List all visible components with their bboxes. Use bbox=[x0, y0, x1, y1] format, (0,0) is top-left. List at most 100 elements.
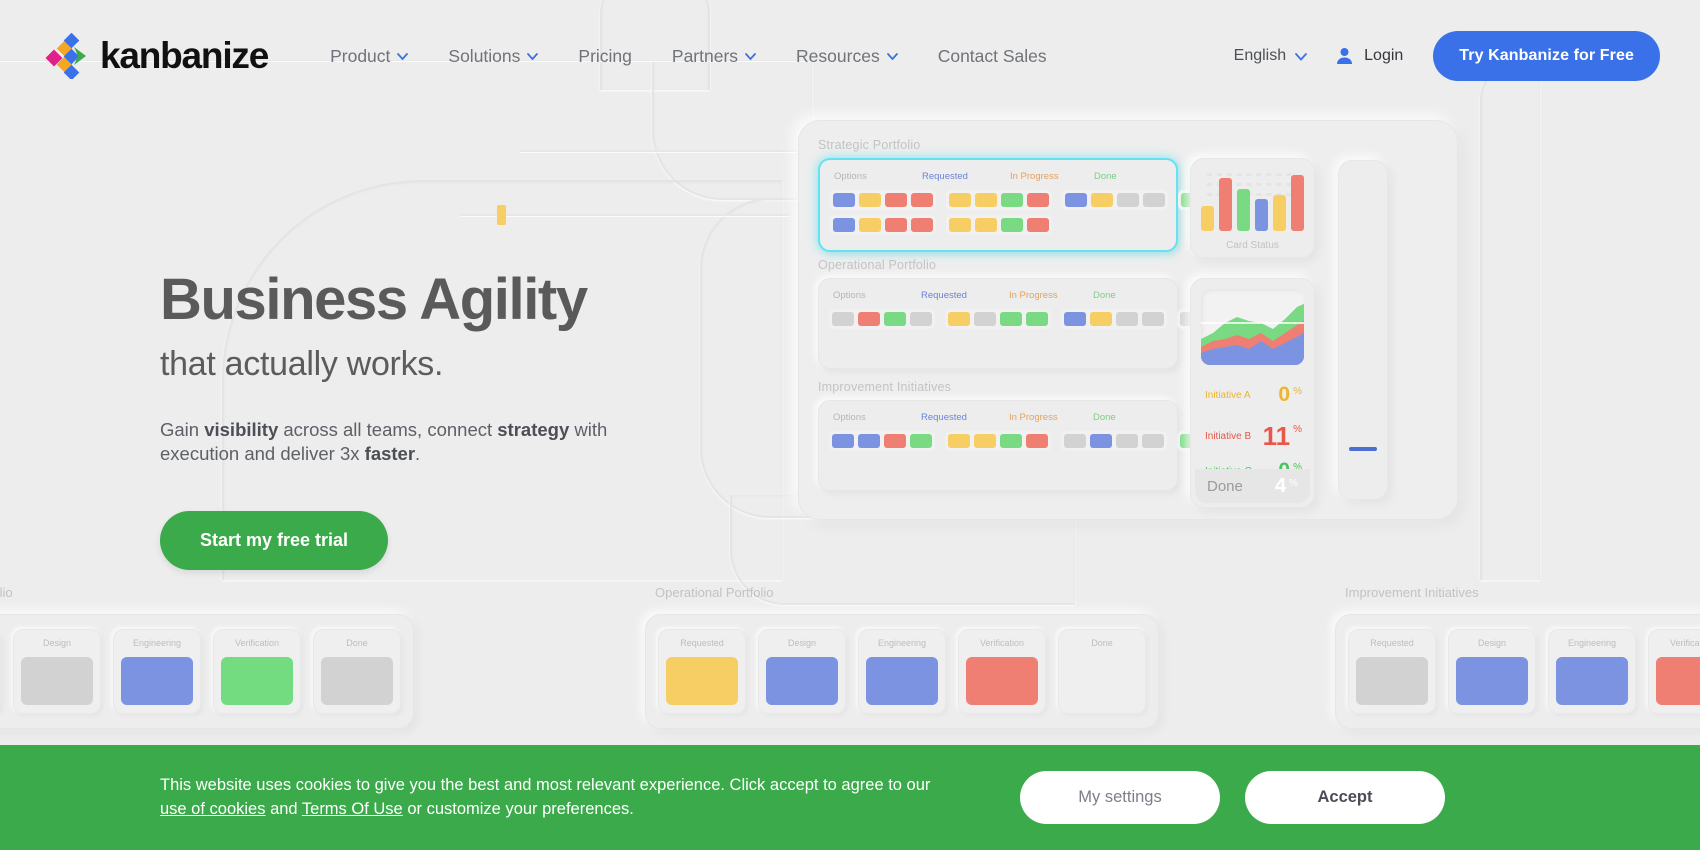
card-tile[interactable] bbox=[1026, 312, 1048, 326]
bottom-column[interactable]: Requested bbox=[1348, 629, 1436, 714]
column-header-requested: Requested bbox=[921, 412, 967, 423]
card-tile[interactable] bbox=[1143, 193, 1165, 207]
bottom-card-tile[interactable] bbox=[21, 657, 93, 705]
card-tile[interactable] bbox=[885, 218, 907, 232]
bottom-column[interactable]: Done bbox=[313, 629, 401, 714]
card-tile[interactable] bbox=[1001, 218, 1023, 232]
nav-item-contact-sales[interactable]: Contact Sales bbox=[938, 46, 1047, 67]
bottom-column[interactable]: Design bbox=[13, 629, 101, 714]
bottom-column[interactable]: Design bbox=[758, 629, 846, 714]
card-tile[interactable] bbox=[1065, 193, 1087, 207]
card-tile[interactable] bbox=[832, 312, 854, 326]
bottom-board[interactable]: Requested Design Engineering Verificatio… bbox=[1335, 614, 1700, 729]
bottom-board[interactable]: Requested Design Engineering Verificatio… bbox=[645, 614, 1159, 729]
use-of-cookies-link[interactable]: use of cookies bbox=[160, 800, 265, 818]
card-tile[interactable] bbox=[1026, 434, 1048, 448]
card-tile[interactable] bbox=[911, 218, 933, 232]
card-tile[interactable] bbox=[975, 193, 997, 207]
bottom-column[interactable]: Done bbox=[1058, 629, 1146, 714]
card-tile[interactable] bbox=[884, 312, 906, 326]
bottom-board[interactable]: Requested Design Engineering Verificatio… bbox=[0, 614, 414, 729]
login-link[interactable]: Login bbox=[1336, 47, 1403, 65]
bottom-column[interactable]: Verification bbox=[213, 629, 301, 714]
bottom-card-tile[interactable] bbox=[666, 657, 738, 705]
cookie-text-part: or customize your preferences. bbox=[402, 799, 634, 818]
initiative-name: Initiative A bbox=[1205, 389, 1251, 401]
card-tile[interactable] bbox=[859, 218, 881, 232]
card-tile[interactable] bbox=[884, 434, 906, 448]
card-tile[interactable] bbox=[949, 193, 971, 207]
nav-item-product[interactable]: Product bbox=[330, 46, 409, 67]
bottom-card-tile[interactable] bbox=[221, 657, 293, 705]
bottom-column[interactable]: Requested bbox=[658, 629, 746, 714]
card-tile[interactable] bbox=[974, 312, 996, 326]
card-tile[interactable] bbox=[1116, 312, 1138, 326]
bottom-card-tile[interactable] bbox=[1556, 657, 1628, 705]
card-tile[interactable] bbox=[1000, 312, 1022, 326]
card-tile[interactable] bbox=[858, 312, 880, 326]
bottom-card-tile[interactable] bbox=[1656, 657, 1700, 705]
card-tile[interactable] bbox=[975, 218, 997, 232]
card-tile[interactable] bbox=[948, 434, 970, 448]
card-tile[interactable] bbox=[1000, 434, 1022, 448]
card-tile[interactable] bbox=[1117, 193, 1139, 207]
card-tile[interactable] bbox=[1064, 312, 1086, 326]
initiatives-widget[interactable]: Initiative A 0 % Initiative B 11 % Initi… bbox=[1190, 278, 1315, 508]
bottom-column[interactable]: Engineering bbox=[1548, 629, 1636, 714]
card-tile[interactable] bbox=[1142, 434, 1164, 448]
card-tile[interactable] bbox=[974, 434, 996, 448]
card-tile[interactable] bbox=[1064, 434, 1086, 448]
card-tile[interactable] bbox=[949, 218, 971, 232]
card-tile[interactable] bbox=[1116, 434, 1138, 448]
bottom-column[interactable]: Verification bbox=[1648, 629, 1700, 714]
board-card[interactable]: Options Requested In Progress Done bbox=[818, 158, 1284, 252]
card-tile[interactable] bbox=[1027, 193, 1049, 207]
language-selector[interactable]: English bbox=[1234, 47, 1308, 65]
card-status-widget[interactable]: Card Status bbox=[1190, 158, 1315, 258]
card-tile[interactable] bbox=[833, 218, 855, 232]
slider-handle[interactable] bbox=[1349, 447, 1377, 451]
bottom-card-tile[interactable] bbox=[966, 657, 1038, 705]
card-tile[interactable] bbox=[833, 193, 855, 207]
my-settings-button[interactable]: My settings bbox=[1020, 771, 1220, 824]
card-tile[interactable] bbox=[1091, 193, 1113, 207]
card-group bbox=[829, 431, 935, 451]
try-free-button[interactable]: Try Kanbanize for Free bbox=[1433, 31, 1660, 81]
bottom-card-tile[interactable] bbox=[866, 657, 938, 705]
card-tile[interactable] bbox=[1090, 434, 1112, 448]
bottom-card-tile[interactable] bbox=[1066, 657, 1138, 705]
bottom-column[interactable]: Engineering bbox=[858, 629, 946, 714]
board-card[interactable]: Options Requested In Progress Done bbox=[818, 400, 1283, 491]
bottom-column[interactable]: Design bbox=[1448, 629, 1536, 714]
slider-panel[interactable] bbox=[1338, 160, 1388, 500]
card-tile[interactable] bbox=[858, 434, 880, 448]
card-tile[interactable] bbox=[910, 312, 932, 326]
bottom-card-tile[interactable] bbox=[1456, 657, 1528, 705]
card-tile[interactable] bbox=[1090, 312, 1112, 326]
terms-of-use-link[interactable]: Terms Of Use bbox=[302, 800, 403, 818]
card-tile[interactable] bbox=[1027, 218, 1049, 232]
bottom-card-tile[interactable] bbox=[1356, 657, 1428, 705]
card-tile[interactable] bbox=[910, 434, 932, 448]
nav-item-solutions[interactable]: Solutions bbox=[448, 46, 539, 67]
accept-cookies-button[interactable]: Accept bbox=[1245, 771, 1445, 824]
start-free-trial-button[interactable]: Start my free trial bbox=[160, 510, 389, 570]
card-tile[interactable] bbox=[1142, 312, 1164, 326]
bottom-column[interactable]: Verification bbox=[958, 629, 1046, 714]
card-tile[interactable] bbox=[911, 193, 933, 207]
bottom-card-tile[interactable] bbox=[121, 657, 193, 705]
card-tile[interactable] bbox=[832, 434, 854, 448]
card-tile[interactable] bbox=[948, 312, 970, 326]
logo[interactable]: kanbanize bbox=[44, 32, 269, 81]
bottom-column[interactable]: Requested bbox=[0, 629, 1, 714]
board-card[interactable]: Options Requested In Progress Done bbox=[818, 278, 1283, 369]
bottom-column[interactable]: Engineering bbox=[113, 629, 201, 714]
nav-item-partners[interactable]: Partners bbox=[672, 46, 756, 67]
card-tile[interactable] bbox=[885, 193, 907, 207]
card-tile[interactable] bbox=[859, 193, 881, 207]
nav-item-resources[interactable]: Resources bbox=[796, 46, 898, 67]
nav-item-pricing[interactable]: Pricing bbox=[578, 46, 632, 67]
bottom-card-tile[interactable] bbox=[766, 657, 838, 705]
bottom-card-tile[interactable] bbox=[321, 657, 393, 705]
card-tile[interactable] bbox=[1001, 193, 1023, 207]
